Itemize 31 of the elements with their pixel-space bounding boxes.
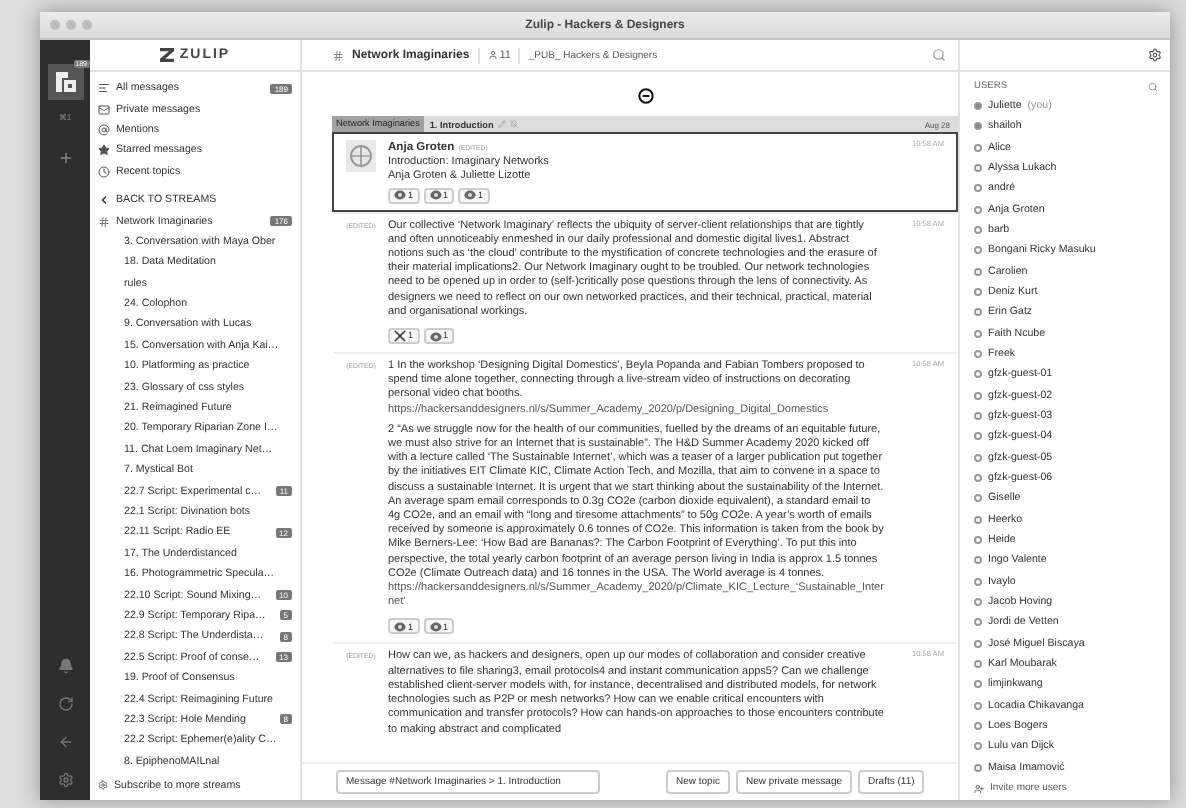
user-plus-icon xyxy=(974,783,984,794)
search-icon[interactable] xyxy=(1148,82,1158,93)
emoji-icon xyxy=(464,190,477,201)
emoji-icon xyxy=(429,331,442,342)
clock-icon xyxy=(98,165,110,178)
bell-icon[interactable] xyxy=(57,658,73,674)
emoji-icon xyxy=(394,621,406,632)
hash-icon xyxy=(332,49,344,61)
mute-icon[interactable] xyxy=(509,120,518,128)
emoji-icon xyxy=(429,621,442,632)
back-icon[interactable] xyxy=(57,734,73,750)
mail-icon xyxy=(98,103,110,116)
at-icon xyxy=(98,123,110,136)
user-icon xyxy=(487,50,498,60)
settings-icon[interactable] xyxy=(1148,47,1162,62)
chevron-icon xyxy=(98,194,110,207)
cross-icon xyxy=(394,330,406,343)
hash-icon xyxy=(98,215,110,228)
avatar xyxy=(346,140,376,172)
settings-icon[interactable] xyxy=(57,772,73,788)
gear-icon xyxy=(98,780,108,791)
search-icon[interactable] xyxy=(932,48,946,62)
logo-icon xyxy=(53,70,77,94)
loading-icon xyxy=(637,88,653,104)
emoji-icon xyxy=(394,190,406,201)
list-icon xyxy=(98,82,110,95)
emoji-icon xyxy=(429,190,442,201)
add-icon[interactable] xyxy=(57,150,73,166)
star-icon xyxy=(98,144,110,157)
logo-icon xyxy=(159,48,174,62)
reload-icon[interactable] xyxy=(57,696,73,712)
